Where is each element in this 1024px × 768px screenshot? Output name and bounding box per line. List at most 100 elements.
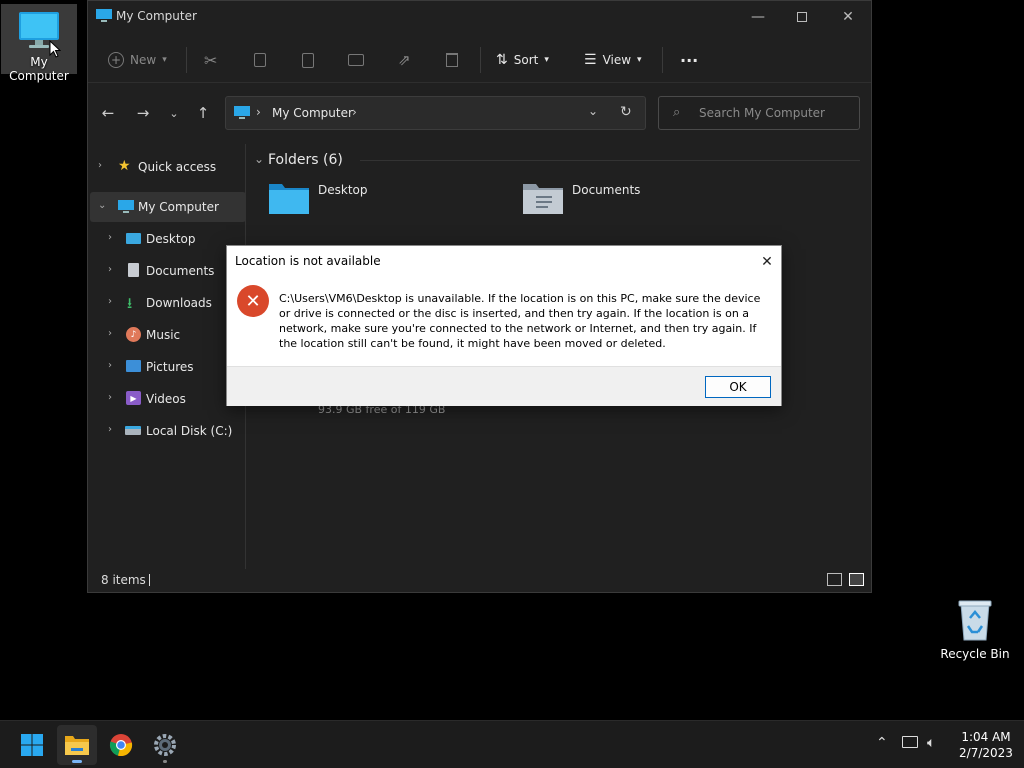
chevron-right-icon[interactable]: › [108,264,112,275]
sidebar-item-local-disk[interactable]: › Local Disk (C:) [88,416,244,446]
chevron-down-icon: ▾ [162,55,167,65]
sidebar-item-documents[interactable]: › Documents [88,256,244,286]
close-icon: ✕ [842,9,854,25]
paste-button[interactable] [302,47,314,73]
folder-desktop[interactable]: Desktop [268,180,508,224]
rename-button[interactable] [348,47,364,73]
taskbar-file-explorer[interactable] [57,725,97,765]
arrow-right-icon: → [136,104,150,122]
recycle-bin-icon [958,600,992,641]
share-button[interactable]: ⇗ [398,47,411,73]
chevron-right-icon[interactable]: › [108,328,112,339]
refresh-icon[interactable]: ↻ [620,104,632,120]
desktop-icon [126,233,141,244]
ok-button[interactable]: OK [705,376,771,398]
chevron-down-icon: ▾ [637,55,642,65]
large-icons-view-icon[interactable] [849,573,864,586]
folder-documents-icon [523,184,563,214]
copy-icon [254,53,266,67]
monitor-icon [118,200,134,213]
scissors-icon: ✂ [204,50,218,70]
sort-icon: ⇅ [496,52,508,68]
sidebar-item-pictures[interactable]: › Pictures [88,352,244,382]
details-view-icon[interactable] [827,573,842,586]
dialog-title: Location is not available [235,254,381,268]
toolbar-separator [662,47,663,73]
search-input[interactable]: Search My Computer [699,106,825,120]
cut-button[interactable]: ✂ [204,47,217,73]
sidebar-item-music[interactable]: › ♪ Music [88,320,244,350]
minimize-button[interactable]: — [735,1,781,33]
folder-documents[interactable]: Documents [522,180,762,224]
chevron-right-icon[interactable]: › [98,160,102,171]
status-bar: 8 items [88,571,871,593]
desktop-icon-my-computer[interactable]: My Computer [1,4,77,83]
clock-date: 2/7/2023 [959,746,1013,760]
address-bar[interactable]: › My Computer › ⌄ ↻ [225,96,646,130]
desktop-icon-recycle-bin[interactable]: Recycle Bin [937,598,1013,664]
sidebar-item-label: Quick access [138,160,217,174]
start-button[interactable] [12,725,52,765]
chevron-down-icon[interactable]: ⌄ [254,152,264,166]
arrow-up-icon: ↑ [196,104,210,122]
volume-icon[interactable]: 🔈︎ [927,735,935,751]
search-box[interactable]: ⌕ Search My Computer [658,96,860,130]
monitor-icon [96,9,112,22]
sidebar-item-my-computer[interactable]: ⌄ My Computer [90,192,246,222]
taskbar-chrome[interactable] [101,725,141,765]
folder-label: Documents [572,183,641,197]
minimize-icon: — [751,9,765,25]
show-hidden-icons-chevron-icon[interactable]: ⌃ [876,735,888,751]
taskbar: ⌃ 🔈︎ 1:04 AM 2/7/2023 [0,720,1024,768]
chevron-right-icon: › [256,105,261,119]
clock-time: 1:04 AM [961,730,1011,744]
delete-button[interactable] [446,47,458,73]
section-header[interactable]: Folders (6) [268,152,343,168]
view-button[interactable]: ☰ View ▾ [584,47,642,73]
system-clock[interactable]: 1:04 AM 2/7/2023 [950,729,1022,761]
search-icon: ⌕ [673,105,681,120]
chevron-right-icon[interactable]: › [108,296,112,307]
close-button[interactable]: ✕ [825,1,871,33]
document-icon [128,263,139,277]
dialog-close-button[interactable]: ✕ [755,250,779,274]
toolbar-separator [480,47,481,73]
recent-locations-button[interactable]: ⌄ [162,101,186,125]
sidebar-item-label: Documents [146,264,215,278]
sidebar-item-label: Videos [146,392,186,406]
chevron-right-icon: › [352,105,357,119]
chevron-down-icon[interactable]: ⌄ [98,200,106,211]
maximize-button[interactable] [779,1,825,33]
active-indicator [72,760,82,763]
sidebar-item-videos[interactable]: › ▶ Videos [88,384,244,414]
chevron-right-icon[interactable]: › [108,424,112,435]
address-history-chevron-icon[interactable]: ⌄ [588,104,598,118]
chevron-right-icon[interactable]: › [108,232,112,243]
sidebar-item-quick-access[interactable]: › ★ Quick access [88,152,244,182]
trash-icon [446,53,458,67]
title-bar[interactable]: My Computer — ✕ [88,1,871,33]
sidebar-item-downloads[interactable]: › ⭳ Downloads [88,288,244,318]
forward-button[interactable]: → [131,101,155,125]
sidebar-item-label: Pictures [146,360,194,374]
sidebar-item-desktop[interactable]: › Desktop [88,224,244,254]
breadcrumb[interactable]: My Computer [272,106,353,120]
back-button[interactable]: ← [96,101,120,125]
toolbar-separator [186,47,187,73]
new-button[interactable]: + New ▾ [108,47,167,73]
chrome-icon [109,734,133,757]
maximize-icon [797,12,807,22]
chevron-right-icon[interactable]: › [108,360,112,371]
sort-button[interactable]: ⇅ Sort ▾ [496,47,549,73]
taskbar-settings[interactable] [145,725,185,765]
command-bar: + New ▾ ✂ ⇗ ⇅ Sort ▾ ☰ View ▾ ··· [88,37,871,83]
arrow-left-icon: ← [101,104,115,122]
download-arrow-icon: ⭳ [127,294,133,312]
up-button[interactable]: ↑ [191,101,215,125]
dialog-footer: OK [227,366,781,406]
copy-button[interactable] [254,47,266,73]
network-icon[interactable] [902,736,918,748]
chevron-right-icon[interactable]: › [108,392,112,403]
see-more-button[interactable]: ··· [680,47,698,73]
desktop: My Computer Recycle Bin My Computer — ✕ … [0,0,1024,720]
